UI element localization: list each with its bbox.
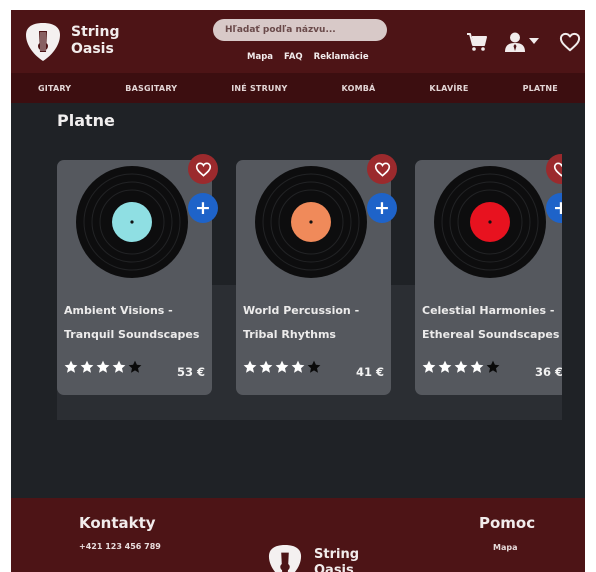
star-filled-icon <box>275 360 289 373</box>
contacts-heading: Kontakty <box>79 514 156 532</box>
plus-icon: + <box>553 196 562 219</box>
footer-brand-line-2: Oasis <box>314 563 354 572</box>
star-empty-icon <box>486 360 500 373</box>
product-card[interactable]: Celestial Harmonies - Ethereal Soundscap… <box>415 160 562 395</box>
star-empty-icon <box>307 360 321 373</box>
rating-stars <box>422 360 500 374</box>
star-filled-icon <box>96 360 110 373</box>
guitar-pick-logo-icon[interactable] <box>268 543 302 572</box>
favorite-button[interactable] <box>188 154 218 184</box>
star-empty-icon <box>128 360 142 373</box>
star-filled-icon <box>80 360 94 373</box>
rating-stars <box>64 360 142 374</box>
favorite-button[interactable] <box>367 154 397 184</box>
vinyl-record-image <box>434 166 546 278</box>
site-footer: Kontakty +421 123 456 789 String Oasis P… <box>11 498 585 572</box>
page: String Oasis Mapa FAQ Reklamácie GIT <box>11 10 585 572</box>
product-carousel: Ambient Visions - Tranquil Soundscapes 5… <box>11 10 562 572</box>
star-filled-icon <box>259 360 273 373</box>
footer-brand-line-1: String <box>314 547 360 562</box>
add-to-cart-button[interactable]: + <box>188 193 218 223</box>
product-card[interactable]: Ambient Visions - Tranquil Soundscapes 5… <box>57 160 212 395</box>
product-price: 53 € <box>176 365 205 379</box>
product-title[interactable]: World Percussion - Tribal Rhythms <box>243 299 389 347</box>
product-price: 36 € <box>534 365 562 379</box>
vinyl-record-image <box>255 166 367 278</box>
footer-link-map[interactable]: Mapa <box>493 543 517 552</box>
heart-icon[interactable] <box>559 32 581 52</box>
product-price: 41 € <box>355 365 384 379</box>
help-heading: Pomoc <box>479 514 536 532</box>
footer-brand: String Oasis <box>314 547 359 572</box>
heart-icon <box>374 162 390 177</box>
product-card[interactable]: World Percussion - Tribal Rhythms 41 € <box>236 160 391 395</box>
plus-icon: + <box>374 196 390 219</box>
star-filled-icon <box>64 360 78 373</box>
star-filled-icon <box>243 360 257 373</box>
heart-icon <box>553 162 562 177</box>
star-filled-icon <box>470 360 484 373</box>
plus-icon: + <box>195 196 211 219</box>
star-filled-icon <box>112 360 126 373</box>
star-filled-icon <box>454 360 468 373</box>
rating-stars <box>243 360 321 374</box>
product-title[interactable]: Celestial Harmonies - Ethereal Soundscap… <box>422 299 562 347</box>
star-filled-icon <box>422 360 436 373</box>
add-to-cart-button[interactable]: + <box>367 193 397 223</box>
contact-phone[interactable]: +421 123 456 789 <box>79 542 161 551</box>
star-filled-icon <box>438 360 452 373</box>
product-title[interactable]: Ambient Visions - Tranquil Soundscapes <box>64 299 210 347</box>
star-filled-icon <box>291 360 305 373</box>
vinyl-record-image <box>76 166 188 278</box>
heart-icon <box>195 162 211 177</box>
